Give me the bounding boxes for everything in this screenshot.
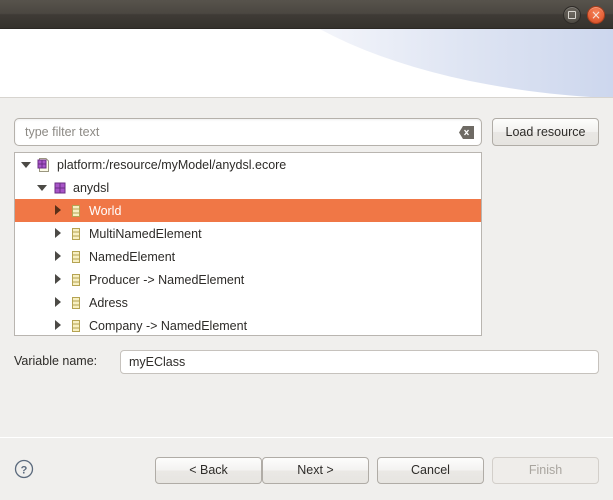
chevron-right-icon[interactable] xyxy=(53,320,64,331)
header-decoration-swoosh xyxy=(223,29,613,98)
tree-row[interactable]: platform:/resource/myModel/anydsl.ecore xyxy=(15,153,481,176)
chevron-right-icon[interactable] xyxy=(53,297,64,308)
search-input-placeholder: type filter text xyxy=(25,125,99,139)
cancel-button[interactable]: Cancel xyxy=(377,457,484,484)
chevron-right-icon[interactable] xyxy=(53,228,64,239)
search-input[interactable]: type filter text xyxy=(14,118,482,146)
tree-row[interactable]: MultiNamedElement xyxy=(15,222,481,245)
clear-icon[interactable] xyxy=(459,126,474,139)
filter-row: type filter text Load resource xyxy=(14,118,599,146)
tree-row[interactable]: anydsl xyxy=(15,176,481,199)
chevron-right-icon[interactable] xyxy=(53,274,64,285)
tree-row-label: NamedElement xyxy=(89,250,175,264)
ecore-resource-icon xyxy=(36,157,52,173)
button-bar-separator xyxy=(0,437,613,438)
eclass-icon xyxy=(68,249,84,265)
eclass-icon xyxy=(68,272,84,288)
next-button[interactable]: Next > xyxy=(262,457,369,484)
model-tree[interactable]: platform:/resource/myModel/anydsl.ecore a… xyxy=(14,152,482,336)
tree-row-label: Producer -> NamedElement xyxy=(89,273,244,287)
tree-row-label: anydsl xyxy=(73,181,109,195)
tree-row-label: MultiNamedElement xyxy=(89,227,202,241)
variable-name-row: Variable name: myEClass xyxy=(14,350,599,374)
close-glyph: × xyxy=(588,8,604,23)
tree-row-label: Adress xyxy=(89,296,128,310)
variable-name-input[interactable]: myEClass xyxy=(120,350,599,374)
variable-name-label: Variable name: xyxy=(14,354,97,368)
restore-glyph xyxy=(568,11,576,19)
eclass-icon xyxy=(68,295,84,311)
tree-row[interactable]: Company -> NamedElement xyxy=(15,314,481,336)
chevron-down-icon[interactable] xyxy=(21,159,32,170)
svg-text:?: ? xyxy=(21,465,28,477)
eclass-icon xyxy=(68,226,84,242)
restore-icon[interactable] xyxy=(563,6,581,24)
tree-row[interactable]: World xyxy=(15,199,481,222)
back-button[interactable]: < Back xyxy=(155,457,262,484)
load-resource-button[interactable]: Load resource xyxy=(492,118,599,146)
epackage-icon xyxy=(52,180,68,196)
window-titlebar: × xyxy=(0,0,613,29)
eclass-icon xyxy=(68,203,84,219)
variable-name-value: myEClass xyxy=(129,355,185,369)
wizard-header xyxy=(0,29,613,98)
tree-row-label: platform:/resource/myModel/anydsl.ecore xyxy=(57,158,286,172)
tree-row[interactable]: Adress xyxy=(15,291,481,314)
tree-row-label: Company -> NamedElement xyxy=(89,319,247,333)
chevron-right-icon[interactable] xyxy=(53,205,64,216)
close-icon[interactable]: × xyxy=(587,6,605,24)
chevron-right-icon[interactable] xyxy=(53,251,64,262)
wizard-dialog-window: × type filter text Load resource platfor… xyxy=(0,0,613,500)
finish-button: Finish xyxy=(492,457,599,484)
tree-row-label: World xyxy=(89,204,121,218)
chevron-down-icon[interactable] xyxy=(37,182,48,193)
help-icon[interactable]: ? xyxy=(14,459,34,479)
tree-row[interactable]: NamedElement xyxy=(15,245,481,268)
tree-row[interactable]: Producer -> NamedElement xyxy=(15,268,481,291)
eclass-icon xyxy=(68,318,84,334)
